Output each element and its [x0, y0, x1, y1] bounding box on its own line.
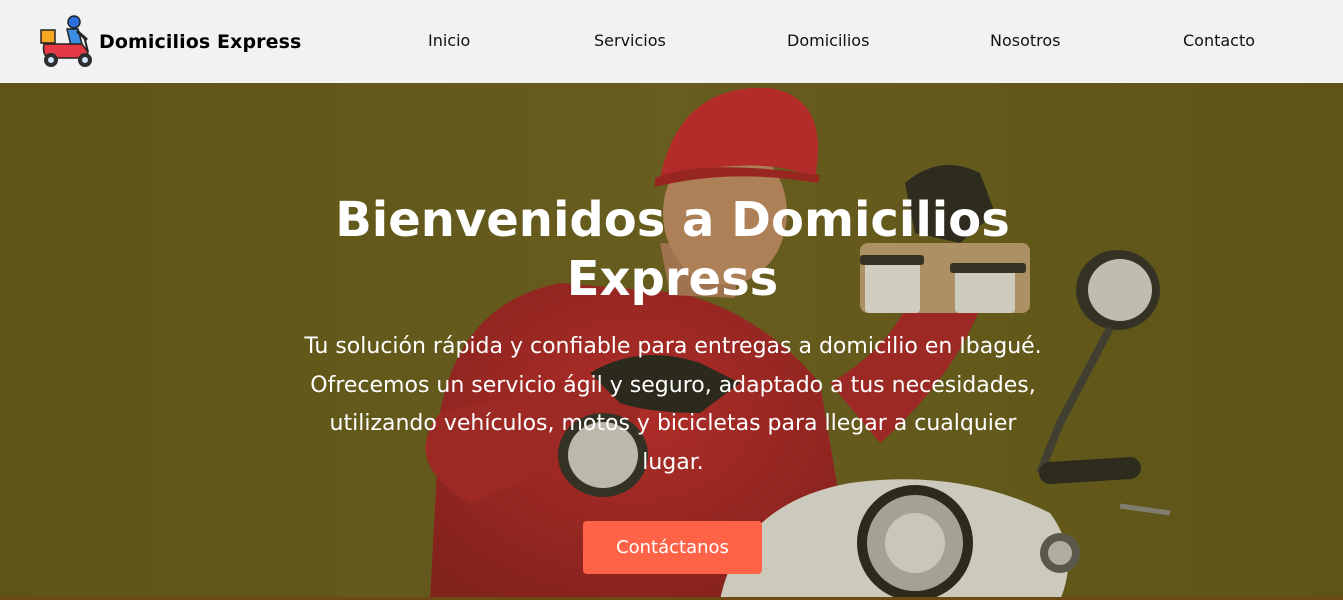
brand-logo[interactable]: Domicilios Express [38, 14, 301, 70]
nav-link-inicio[interactable]: Inicio [428, 31, 470, 50]
nav-link-contacto[interactable]: Contacto [1183, 31, 1255, 50]
navbar: Domicilios Express Inicio Servicios Domi… [0, 0, 1343, 83]
hero-section: Bienvenidos a Domicilios Express Tu solu… [0, 83, 1343, 600]
nav-link-domicilios[interactable]: Domicilios [787, 31, 869, 50]
contact-button[interactable]: Contáctanos [583, 521, 762, 574]
delivery-scooter-icon [40, 15, 92, 67]
nav-link-servicios[interactable]: Servicios [594, 31, 666, 50]
hero-description: Tu solución rápida y confiable para entr… [304, 334, 1042, 475]
brand-name: Domicilios Express [99, 31, 302, 53]
nav-link-nosotros[interactable]: Nosotros [990, 31, 1061, 50]
hero-title: Bienvenidos a Domicilios Express [335, 192, 1010, 307]
